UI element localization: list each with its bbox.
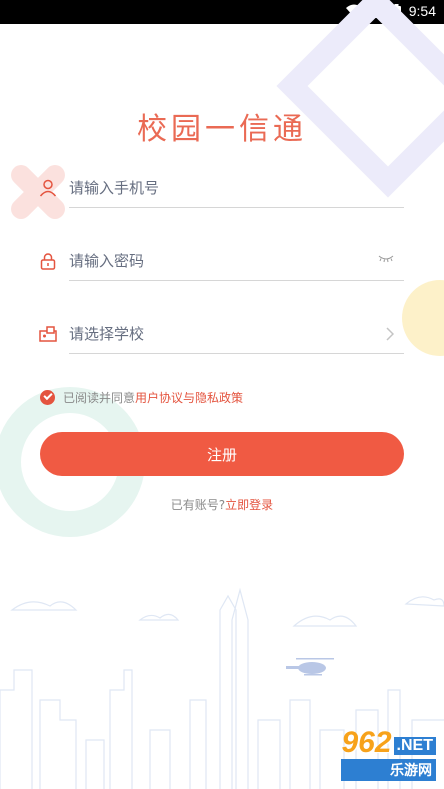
eye-closed-icon[interactable] [378, 253, 394, 263]
signal-icon [369, 4, 384, 18]
school-select[interactable] [69, 314, 369, 354]
phone-field [38, 168, 404, 208]
phone-input[interactable] [69, 168, 369, 208]
agreement-checkbox[interactable] [40, 390, 55, 405]
school-field[interactable] [38, 314, 404, 354]
battery-icon [391, 3, 401, 19]
login-prompt: 已有账号?立即登录 [0, 496, 444, 513]
agreement-link[interactable]: 用户协议与隐私政策 [135, 389, 243, 406]
school-icon [39, 326, 57, 342]
watermark-subtitle: 乐游网 [341, 759, 436, 781]
login-link[interactable]: 立即登录 [225, 498, 273, 512]
agreement-prefix: 已阅读并同意 [63, 391, 136, 405]
status-icons: 9:54 [345, 3, 436, 19]
status-time: 9:54 [408, 3, 436, 19]
agreement-row: 已阅读并同意 用户协议与隐私政策 [40, 389, 243, 406]
password-underline [69, 280, 404, 281]
password-field [38, 241, 404, 281]
school-underline [69, 353, 404, 354]
status-bar: 9:54 [0, 0, 444, 24]
chevron-right-icon [386, 327, 394, 341]
register-button[interactable]: 注册 [40, 432, 404, 476]
login-prefix: 已有账号? [170, 498, 226, 512]
password-input[interactable] [69, 241, 369, 281]
phone-underline [69, 207, 404, 208]
watermark-main: 962 [341, 726, 392, 759]
user-icon [39, 179, 57, 197]
watermark-suffix: .NET [393, 737, 436, 755]
watermark-logo: 962 .NET 乐游网 [341, 728, 436, 781]
lock-icon [40, 253, 56, 270]
wifi-icon [345, 4, 362, 17]
app-title: 校园一信通 [137, 112, 307, 147]
